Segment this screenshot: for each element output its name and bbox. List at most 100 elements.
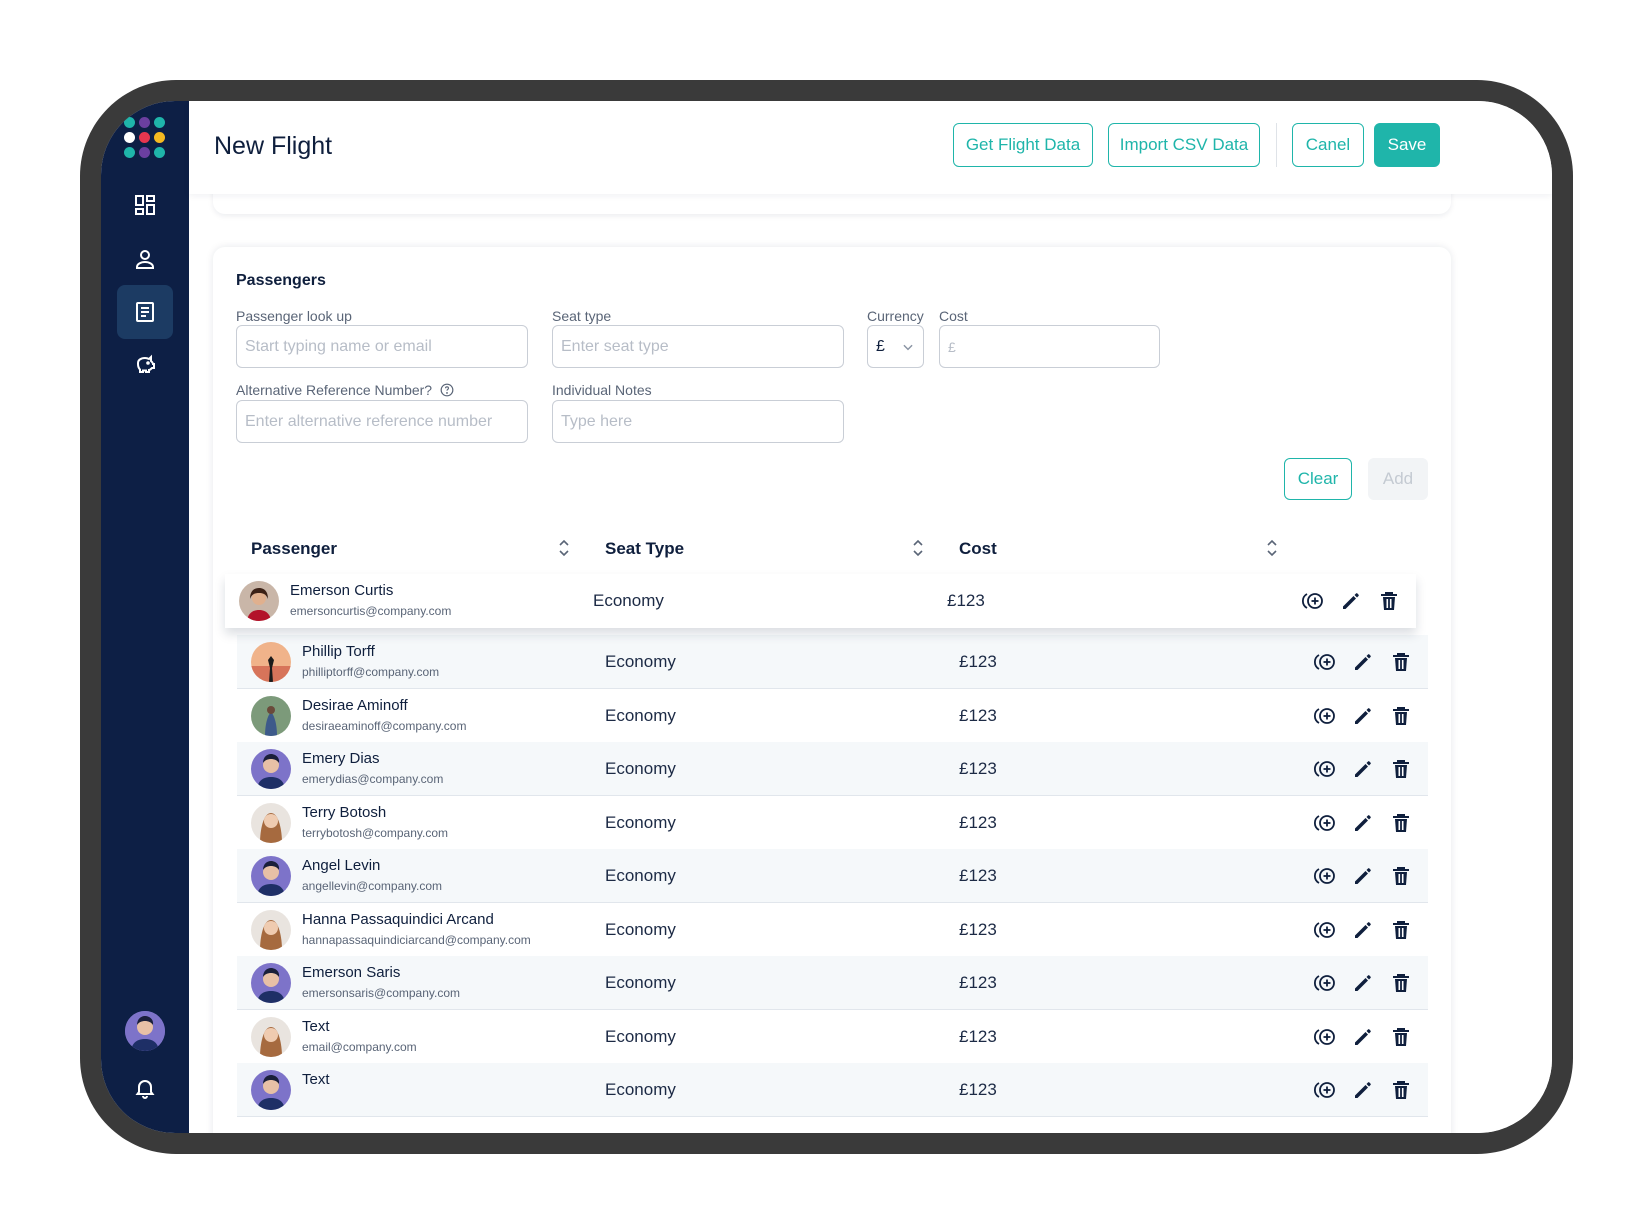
duplicate-icon[interactable] [1313,811,1337,835]
duplicate-icon[interactable] [1313,864,1337,888]
delete-icon[interactable] [1389,1025,1413,1049]
passenger-avatar [251,963,291,1003]
seat-type-cell: Economy [605,1027,676,1046]
passenger-email: emersoncurtis@company.com [290,604,452,618]
save-button[interactable]: Save [1374,123,1440,167]
sort-icon[interactable] [1266,539,1278,557]
main-content: Passengers Passenger look up Start typin… [189,174,1552,1133]
alt-ref-input[interactable]: Enter alternative reference number [236,400,528,443]
delete-icon[interactable] [1389,1078,1413,1102]
duplicate-icon[interactable] [1313,650,1337,674]
column-header-passenger[interactable]: Passenger [251,539,337,559]
clear-button[interactable]: Clear [1284,458,1352,500]
currency-select[interactable]: £ [867,325,924,368]
column-header-cost[interactable]: Cost [959,539,997,559]
delete-icon[interactable] [1377,589,1401,613]
sidebar-item-users[interactable] [117,232,173,286]
sidebar-item-flights[interactable] [117,285,173,339]
sort-icon[interactable] [558,539,570,557]
table-row-dragging[interactable]: Emerson Curtis emersoncurtis@company.com E… [225,574,1416,628]
cost-cell: £123 [959,1027,997,1046]
edit-icon[interactable] [1339,589,1363,613]
sort-icon[interactable] [912,539,924,557]
add-button[interactable]: Add [1368,458,1428,500]
column-header-seat-type[interactable]: Seat Type [605,539,684,559]
duplicate-icon[interactable] [1313,757,1337,781]
passenger-avatar [251,642,291,682]
delete-icon[interactable] [1389,918,1413,942]
logo-dot [154,117,165,128]
notification-bell-icon[interactable] [133,1076,157,1100]
cost-cell: £123 [959,973,997,992]
help-icon[interactable] [440,383,454,397]
table-row[interactable]: Terry Botosh terrybotosh@company.com Econo… [237,796,1428,850]
alt-ref-label-text: Alternative Reference Number? [236,382,433,398]
seat-type-cell: Economy [593,591,664,610]
passenger-email: hannapassaquindiciarcand@company.com [302,933,531,947]
delete-icon[interactable] [1389,704,1413,728]
edit-icon[interactable] [1351,757,1375,781]
app-logo[interactable] [124,117,166,159]
lookup-label: Passenger look up [236,308,352,324]
cost-cell: £123 [959,706,997,725]
logo-dot [139,147,150,158]
chevron-down-icon [903,344,913,350]
seat-type-cell: Economy [605,973,676,992]
passenger-name: Emerson Saris [302,964,401,981]
table-row[interactable]: Emery Dias emerydias@company.com Economy £1… [237,742,1428,796]
cost-cell: £123 [947,591,985,610]
sidebar-item-finance[interactable] [117,338,173,392]
duplicate-icon[interactable] [1313,918,1337,942]
user-icon [136,250,154,269]
edit-icon[interactable] [1351,971,1375,995]
delete-icon[interactable] [1389,864,1413,888]
cancel-button[interactable]: Canel [1292,123,1364,167]
cost-cell: £123 [959,813,997,832]
app-screen: New Flight Get Flight Data Import CSV Da… [101,101,1552,1133]
duplicate-icon[interactable] [1313,704,1337,728]
edit-icon[interactable] [1351,864,1375,888]
get-flight-data-button[interactable]: Get Flight Data [953,123,1093,167]
user-avatar[interactable] [125,1011,165,1051]
table-row[interactable]: Text email@company.com Economy £123 [237,1010,1428,1064]
passenger-avatar [251,1017,291,1057]
passenger-avatar [251,856,291,896]
notes-input[interactable]: Type here [552,400,844,443]
import-csv-button[interactable]: Import CSV Data [1108,123,1260,167]
edit-icon[interactable] [1351,650,1375,674]
edit-icon[interactable] [1351,1025,1375,1049]
edit-icon[interactable] [1351,918,1375,942]
table-row[interactable]: Angel Levin angellevin@company.com Economy… [237,849,1428,903]
edit-icon[interactable] [1351,704,1375,728]
cost-cell: £123 [959,652,997,671]
delete-icon[interactable] [1389,811,1413,835]
table-row[interactable]: Text Economy £123 [237,1063,1428,1117]
table-row[interactable]: Hanna Passaquindici Arcand hannapassaquin… [237,903,1428,957]
cost-input[interactable]: £ [939,325,1160,368]
duplicate-icon[interactable] [1301,589,1325,613]
edit-icon[interactable] [1351,811,1375,835]
edit-icon[interactable] [1351,1078,1375,1102]
logo-dot [124,147,135,158]
duplicate-icon[interactable] [1313,1025,1337,1049]
seat-type-label: Seat type [552,308,612,324]
table-row[interactable]: Desirae Aminoff desiraeaminoff@company.co… [237,689,1428,743]
logo-dot [139,132,150,143]
delete-icon[interactable] [1389,971,1413,995]
passenger-email: philliptorff@company.com [302,665,440,679]
table-row[interactable]: Emerson Saris emersonsaris@company.com Eco… [237,956,1428,1010]
seat-type-input[interactable]: Enter seat type [552,325,844,368]
passenger-lookup-input[interactable]: Start typing name or email [236,325,528,368]
delete-icon[interactable] [1389,650,1413,674]
seat-type-cell: Economy [605,759,676,778]
table-row[interactable]: Phillip Torff philliptorff@company.com Eco… [237,635,1428,689]
delete-icon[interactable] [1389,757,1413,781]
duplicate-icon[interactable] [1313,971,1337,995]
passenger-email: emerydias@company.com [302,772,444,786]
passenger-avatar [251,910,291,950]
sidebar-item-dashboard[interactable] [117,178,173,232]
passenger-avatar [239,581,279,621]
logo-dot [154,147,165,158]
seat-type-cell: Economy [605,706,676,725]
duplicate-icon[interactable] [1313,1078,1337,1102]
